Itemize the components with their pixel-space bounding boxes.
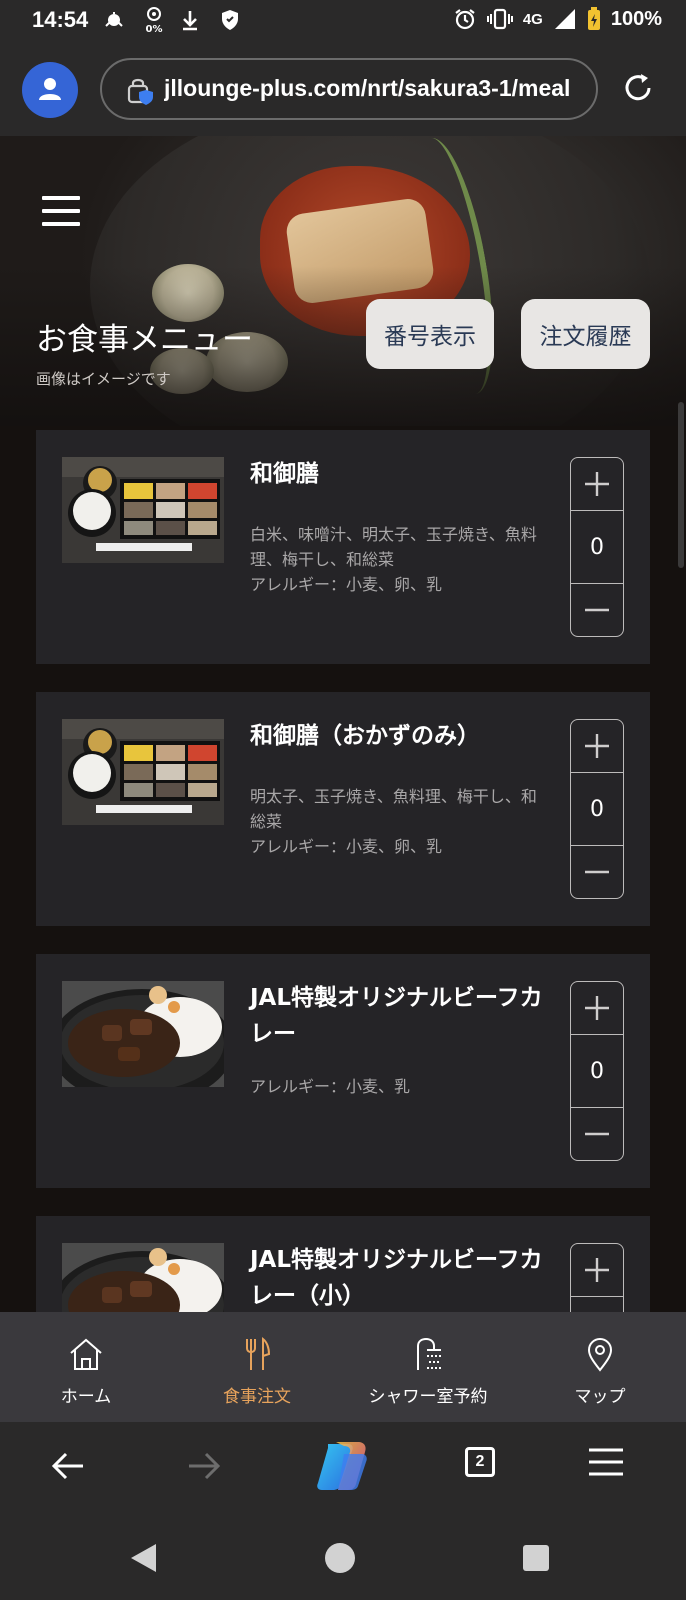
menu-item-name: 和御膳	[250, 461, 319, 487]
increase-button[interactable]	[571, 458, 623, 511]
data-saver-percent: 0%	[145, 24, 163, 35]
browser-address-bar: jllounge-plus.com/nrt/sakura3-1/meal	[0, 42, 686, 136]
data-saver-icon: 0%	[142, 6, 166, 35]
image-note: 画像はイメージです	[36, 370, 171, 388]
profile-avatar[interactable]	[22, 62, 78, 118]
quantity-stepper: 0	[570, 981, 624, 1161]
site-info-icon[interactable]	[126, 76, 156, 106]
home-icon	[70, 1338, 102, 1370]
plus-icon	[585, 734, 609, 758]
quantity-value: 0	[590, 796, 604, 822]
page-scrollbar[interactable]	[678, 402, 684, 568]
forward-arrow-icon[interactable]	[186, 1448, 222, 1484]
decrease-button[interactable]	[571, 583, 623, 636]
decrease-button[interactable]	[571, 1107, 623, 1160]
tab-label: ホーム	[60, 1387, 112, 1407]
quantity-value: 0	[590, 1058, 604, 1084]
menu-item-ingredients: 白米、味噌汁、明太子、玉子焼き、魚料理、梅干し、和総菜	[250, 525, 537, 569]
page-title: お食事メニュー	[36, 322, 253, 358]
url-field[interactable]: jllounge-plus.com/nrt/sakura3-1/meal	[100, 58, 598, 120]
minus-icon	[585, 608, 609, 612]
menu-item-name: JAL特製オリジナルビーフカレー（小）	[250, 1247, 543, 1309]
browser-menu-icon[interactable]	[588, 1446, 624, 1478]
back-arrow-icon[interactable]	[50, 1448, 86, 1484]
notification-icon	[105, 12, 123, 27]
menu-item-name: JAL特製オリジナルビーフカレー	[250, 985, 543, 1047]
menu-item-card: 和御膳（おかずのみ） 明太子、玉子焼き、魚料理、梅干し、和総菜 アレルギー：小麦…	[36, 692, 650, 926]
menu-item-name: 和御膳（おかずのみ）	[250, 723, 480, 749]
menu-item-card: JAL特製オリジナルビーフカレー アレルギー：小麦、乳 0	[36, 954, 650, 1188]
increase-button[interactable]	[571, 720, 623, 773]
network-type: 4G	[522, 10, 543, 28]
menu-hamburger-icon[interactable]	[42, 196, 80, 226]
tab-label: 食事注文	[223, 1387, 291, 1407]
status-time: 14:54	[32, 7, 89, 32]
number-display-button[interactable]: 番号表示	[366, 299, 494, 369]
menu-item-image	[62, 1243, 224, 1312]
download-icon	[183, 11, 197, 31]
shield-icon	[222, 10, 238, 30]
reload-icon[interactable]	[620, 70, 656, 106]
menu-item-allergy: アレルギー：小麦、乳	[250, 1077, 411, 1096]
menu-item-ingredients: 明太子、玉子焼き、魚料理、梅干し、和総菜	[250, 787, 537, 831]
bottom-tab-nav: ホーム 食事注文 シャワー室予約 マップ	[0, 1312, 686, 1422]
increase-button[interactable]	[571, 982, 623, 1035]
system-navigation-bar	[0, 1514, 686, 1600]
menu-item-image	[62, 719, 224, 825]
quantity-value: 0	[590, 534, 604, 560]
tab-shower-reservation[interactable]: シャワー室予約	[342, 1312, 514, 1422]
person-icon	[39, 78, 61, 100]
tab-switcher-button[interactable]: 2	[465, 1447, 495, 1477]
copilot-icon[interactable]	[314, 1440, 370, 1492]
menu-item-card: JAL特製オリジナルビーフカレー（小）	[36, 1216, 650, 1312]
browser-toolbar: 2	[0, 1422, 686, 1514]
tab-map[interactable]: マップ	[514, 1312, 686, 1422]
plus-icon	[585, 996, 609, 1020]
plus-icon	[585, 1258, 609, 1282]
alarm-icon	[455, 9, 475, 30]
vibrate-icon	[486, 8, 513, 30]
hero-banner: お食事メニュー 画像はイメージです 番号表示 注文履歴	[0, 136, 686, 426]
tab-meal-order[interactable]: 食事注文	[172, 1312, 342, 1422]
system-home-icon[interactable]	[324, 1542, 356, 1574]
menu-item-card: 和御膳 白米、味噌汁、明太子、玉子焼き、魚料理、梅干し、和総菜 アレルギー：小麦…	[36, 430, 650, 664]
minus-icon	[585, 870, 609, 874]
signal-icon	[554, 9, 575, 29]
menu-item-allergy: アレルギー：小麦、卵、乳	[250, 575, 443, 594]
map-pin-icon	[587, 1338, 613, 1372]
tab-label: マップ	[574, 1387, 626, 1407]
system-recents-icon[interactable]	[522, 1544, 550, 1572]
menu-item-image	[62, 457, 224, 563]
status-bar: 14:54 0% 4G 100%	[0, 0, 686, 42]
quantity-stepper: 0	[570, 719, 624, 899]
shower-icon	[417, 1337, 441, 1370]
increase-button[interactable]	[571, 1244, 623, 1297]
tab-label: シャワー室予約	[368, 1387, 488, 1407]
plus-icon	[585, 472, 609, 496]
battery-percent: 100%	[610, 7, 662, 30]
battery-icon	[587, 7, 600, 30]
quantity-stepper	[570, 1243, 624, 1312]
order-history-button[interactable]: 注文履歴	[521, 299, 650, 369]
tab-home[interactable]: ホーム	[0, 1312, 172, 1422]
menu-item-allergy: アレルギー：小麦、卵、乳	[250, 837, 443, 856]
url-text: jllounge-plus.com/nrt/sakura3-1/meal	[164, 75, 571, 101]
minus-icon	[585, 1132, 609, 1136]
menu-item-image	[62, 981, 224, 1087]
fork-knife-icon	[246, 1336, 271, 1370]
decrease-button[interactable]	[571, 845, 623, 898]
quantity-stepper: 0	[570, 457, 624, 637]
system-back-icon[interactable]	[128, 1542, 158, 1574]
